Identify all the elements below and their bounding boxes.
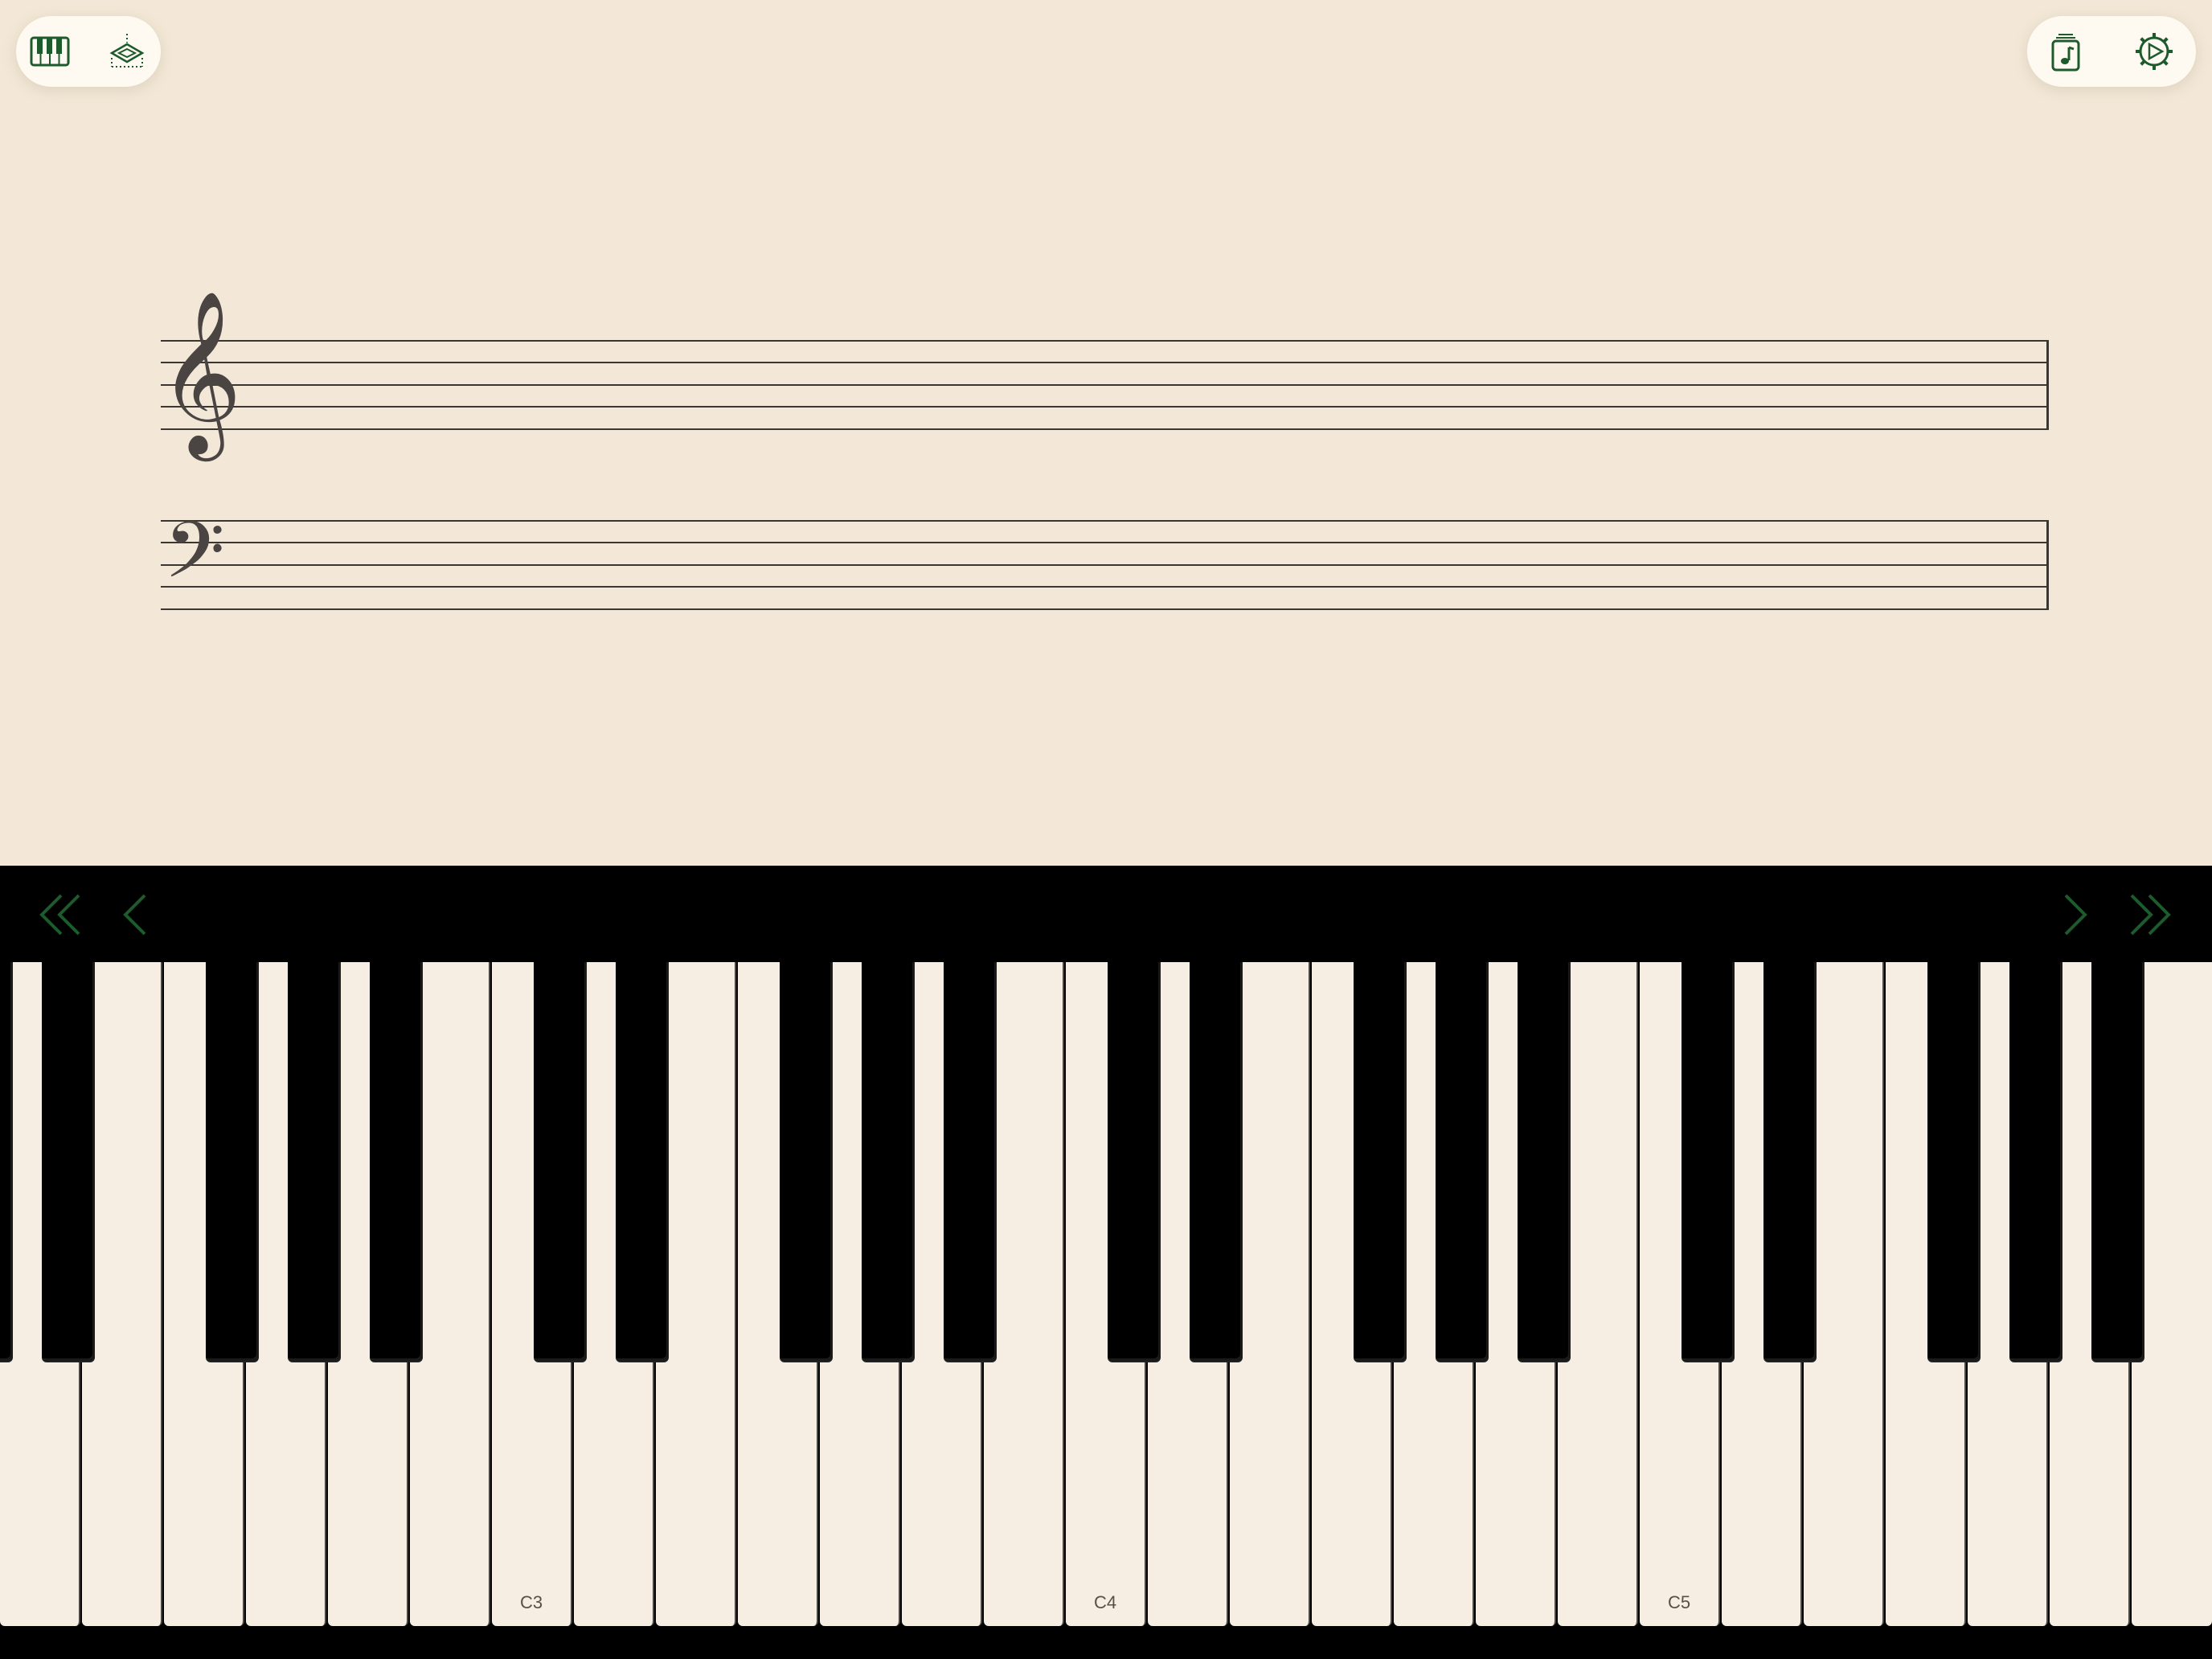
black-key[interactable] <box>1190 962 1243 1361</box>
black-key[interactable] <box>42 962 95 1361</box>
key-label-c4: C4 <box>1093 1592 1117 1612</box>
piano-keyboard-icon[interactable] <box>30 31 70 72</box>
black-key[interactable] <box>616 962 669 1361</box>
black-key[interactable] <box>944 962 997 1361</box>
double-chevron-right-icon[interactable] <box>2127 892 2173 937</box>
layers-icon[interactable] <box>107 31 147 72</box>
bass-staff: 𝄢 <box>161 512 2049 610</box>
black-key[interactable] <box>206 962 259 1361</box>
key-label-c5: C5 <box>1667 1592 1691 1612</box>
treble-clef-icon: 𝄞 <box>158 289 243 454</box>
black-key[interactable] <box>862 962 915 1361</box>
left-toolbar <box>16 16 161 87</box>
settings-gear-icon[interactable] <box>2134 31 2174 72</box>
right-toolbar <box>2027 16 2196 87</box>
black-key[interactable] <box>1682 962 1735 1361</box>
black-key[interactable] <box>2009 962 2062 1361</box>
black-key[interactable] <box>1763 962 1817 1361</box>
black-key[interactable] <box>780 962 833 1361</box>
black-key[interactable] <box>534 962 587 1361</box>
black-key[interactable] <box>1518 962 1571 1361</box>
chevron-left-icon[interactable] <box>121 892 150 937</box>
sheet-music-icon[interactable] <box>2046 31 2086 72</box>
double-chevron-left-icon[interactable] <box>37 892 84 937</box>
black-key[interactable] <box>2091 962 2144 1361</box>
key-label-c3: C3 <box>519 1592 543 1612</box>
chevron-right-icon[interactable] <box>2061 892 2090 937</box>
black-key[interactable] <box>1108 962 1161 1361</box>
treble-staff: 𝄞 <box>158 301 2049 443</box>
bass-clef-icon: 𝄢 <box>164 504 225 615</box>
black-key[interactable] <box>1354 962 1407 1361</box>
black-key[interactable] <box>1927 962 1981 1361</box>
black-key[interactable] <box>288 962 341 1361</box>
black-key[interactable] <box>0 962 13 1361</box>
black-key[interactable] <box>370 962 423 1361</box>
black-key[interactable] <box>1436 962 1489 1361</box>
